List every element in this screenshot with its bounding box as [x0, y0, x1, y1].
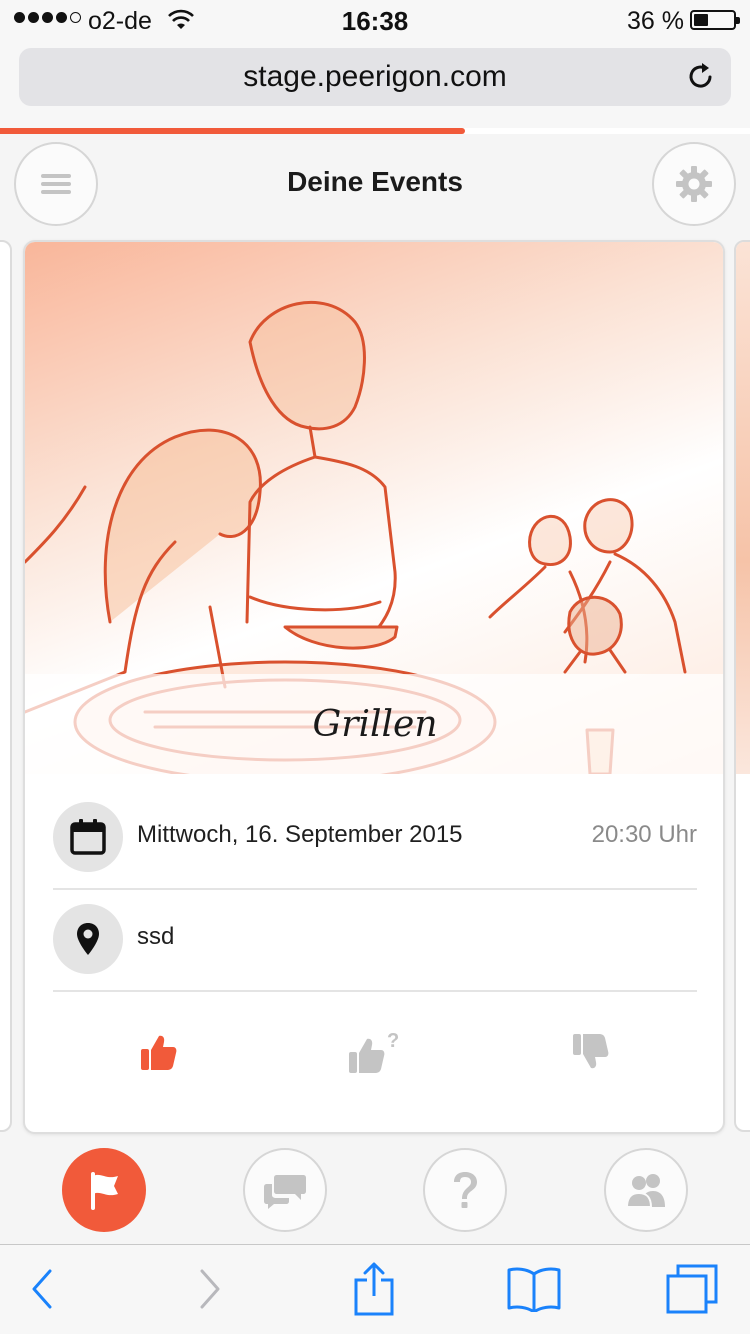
- nav-events-button[interactable]: [62, 1148, 146, 1232]
- event-time: 20:30 Uhr: [591, 821, 697, 848]
- event-location: ssd: [137, 923, 175, 950]
- event-title: Grillen: [312, 704, 438, 745]
- flag-icon: [91, 1172, 118, 1210]
- chat-bubbles-icon: [264, 1175, 306, 1209]
- thumbs-down-icon: [573, 1034, 609, 1069]
- battery-icon: [690, 10, 740, 30]
- vote-maybe-button[interactable]: ?: [345, 1022, 405, 1082]
- event-card[interactable]: Grillen Mittwoch, 16. September 2015 20:…: [23, 240, 725, 1134]
- map-pin-icon: [77, 923, 99, 955]
- share-button[interactable]: [344, 1259, 404, 1319]
- people-icon: [625, 1174, 665, 1208]
- status-bar: o2-de 16:38 36 %: [0, 0, 750, 40]
- page-title: Deine Events: [287, 166, 463, 197]
- settings-button[interactable]: [652, 142, 736, 226]
- gear-icon: [676, 166, 712, 202]
- question-icon: [454, 1172, 477, 1208]
- tabs-button[interactable]: [662, 1259, 722, 1319]
- event-date: Mittwoch, 16. September 2015: [137, 821, 463, 848]
- browser-toolbar: [0, 1244, 750, 1334]
- app-bottom-nav: [0, 1146, 750, 1244]
- battery-percent: 36 %: [627, 7, 684, 35]
- vote-no-button[interactable]: [561, 1022, 621, 1082]
- date-icon-circle: [53, 802, 123, 872]
- browser-address-area: stage.peerigon.com: [0, 40, 750, 128]
- event-location-row: ssd: [53, 890, 697, 992]
- next-event-card[interactable]: [734, 240, 750, 1132]
- back-icon: [32, 1269, 52, 1309]
- app-page: o2-de 16:38 36 % stage.peerigon.com Dein…: [0, 0, 750, 1334]
- previous-event-card[interactable]: [0, 240, 12, 1132]
- tabs-icon: [666, 1264, 718, 1314]
- thumbs-up-icon: [141, 1035, 177, 1070]
- url-text[interactable]: stage.peerigon.com: [19, 60, 731, 94]
- back-button[interactable]: [12, 1259, 72, 1319]
- location-icon-circle: [53, 904, 123, 974]
- address-bar[interactable]: stage.peerigon.com: [19, 48, 731, 106]
- forward-button[interactable]: [180, 1259, 240, 1319]
- forward-icon: [200, 1269, 220, 1309]
- reload-icon[interactable]: [685, 60, 717, 92]
- event-date-row: Mittwoch, 16. September 2015 20:30 Uhr: [53, 788, 697, 890]
- nav-chat-button[interactable]: [243, 1148, 327, 1232]
- bookmarks-icon: [507, 1267, 561, 1312]
- bookmarks-button[interactable]: [504, 1259, 564, 1319]
- vote-yes-button[interactable]: [129, 1022, 189, 1082]
- calendar-icon: [70, 819, 106, 855]
- nav-people-button[interactable]: [604, 1148, 688, 1232]
- nav-help-button[interactable]: [423, 1148, 507, 1232]
- thumbs-up-question-icon: ?: [349, 1030, 399, 1073]
- vote-row: ?: [25, 1022, 723, 1102]
- svg-text:?: ?: [387, 1030, 399, 1052]
- share-icon: [354, 1262, 394, 1316]
